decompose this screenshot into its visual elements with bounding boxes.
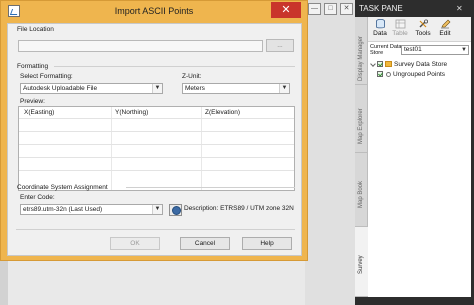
current-data-store-select[interactable]: test01 ▼ [401,45,469,55]
formatting-group-line [54,66,295,67]
tree-node-label: Ungrouped Points [393,70,446,78]
tab-map-explorer[interactable]: Map Explorer [355,85,368,153]
folder-icon [385,61,392,67]
chevron-down-icon: ▼ [152,84,162,93]
chevron-down-icon: ▼ [279,84,289,93]
help-button[interactable]: Help [242,237,292,250]
tree-node-label: Survey Data Store [394,60,448,68]
ok-button[interactable]: OK [110,237,160,250]
background-strip [305,0,355,305]
enter-code-label: Enter Code: [20,194,55,201]
tab-label: Display Manager [358,35,364,81]
database-icon [375,19,385,29]
coord-group-line [126,187,295,188]
tab-survey[interactable]: Survey [355,227,368,297]
tools-icon [419,19,428,28]
background-window-buttons: — □ ✕ [308,3,354,17]
dialog-title: Import ASCII Points [114,6,194,16]
current-data-store-value: test01 [404,46,422,53]
tab-label: Map Explorer [358,107,364,144]
dialog-client: File Location ... Formatting Select Form… [7,23,302,256]
tools-button[interactable]: Tools [412,19,434,37]
task-pane-side-tabs: Display Manager Map Explorer Map Book Su… [355,17,368,297]
tab-display-manager[interactable]: Display Manager [355,17,368,85]
file-location-input[interactable] [18,40,263,52]
minimize-icon[interactable]: — [308,3,321,15]
z-unit-label: Z-Unit: [182,73,202,80]
chevron-down-icon: ▼ [461,47,467,53]
task-pane-title: TASK PANE [359,4,403,13]
file-location-label: File Location [17,26,54,33]
preview-col-divider [111,107,112,190]
table-icon [395,19,405,29]
globe-icon[interactable] [169,204,182,216]
checkbox-icon[interactable] [377,71,383,77]
dialog-titlebar: Import ASCII Points ✕ [1,1,307,23]
points-icon [385,71,391,77]
restore-icon[interactable]: □ [324,3,337,15]
coord-system-label: Coordinate System Assignment [17,184,108,191]
coord-code-value: etrs89.utm-32n (Last Used) [23,206,103,213]
tree-node-survey-data-store[interactable]: Survey Data Store [370,59,471,69]
tree-node-ungrouped-points[interactable]: Ungrouped Points [370,69,471,79]
preview-grid[interactable]: X(Easting) Y(Northing) Z(Elevation) [18,106,295,191]
tools-button-label: Tools [415,30,431,37]
preview-row-line [19,144,294,145]
close-icon[interactable]: ✕ [340,3,353,15]
survey-panel: Data Table Tools Edit Current Data Store… [368,17,471,297]
coord-description: Description: ETRS89 / UTM zone 32N [184,205,294,212]
formatting-label: Formatting [17,63,49,70]
cancel-button[interactable]: Cancel [180,237,230,250]
current-data-store-label: Current Data Store [370,44,402,56]
z-unit-select[interactable]: Meters ▼ [182,83,290,94]
survey-toolbar: Data Table Tools Edit [368,17,471,42]
survey-tree: Survey Data Store Ungrouped Points [370,59,471,79]
task-pane-close-button[interactable]: ✕ [456,4,463,13]
preview-col-divider [201,107,202,190]
formatting-select-value: Autodesk Uploadable File [23,85,98,92]
preview-column-y: Y(Northing) [115,109,149,116]
edit-icon [440,19,450,29]
preview-row-line [19,157,294,158]
table-button-label: Table [392,30,408,37]
preview-row-line [19,170,294,171]
edit-button-label: Edit [439,30,451,37]
import-ascii-points-dialog: Import ASCII Points ✕ File Location ... … [0,0,308,261]
task-pane-main: Display Manager Map Explorer Map Book Su… [355,17,471,297]
data-button-label: Data [373,30,387,37]
preview-column-x: X(Easting) [24,109,55,116]
close-button[interactable]: ✕ [271,2,301,18]
data-button[interactable]: Data [369,19,391,37]
chevron-down-icon: ▼ [152,205,162,214]
expand-icon[interactable] [370,61,376,67]
edit-button[interactable]: Edit [434,19,456,37]
current-data-store-label-line2: Store [370,50,384,56]
tab-label: Map Book [358,180,364,208]
tab-label: Survey [358,254,364,274]
preview-column-z: Z(Elevation) [205,109,241,116]
formatting-select[interactable]: Autodesk Uploadable File ▼ [20,83,163,94]
select-formatting-label: Select Formatting: [20,73,73,80]
coord-code-select[interactable]: etrs89.utm-32n (Last Used) ▼ [20,204,163,215]
checkbox-icon[interactable] [377,61,383,67]
buttons-divider [16,229,295,230]
z-unit-select-value: Meters [185,85,205,92]
tab-map-book[interactable]: Map Book [355,153,368,227]
browse-button[interactable]: ... [266,39,294,52]
task-pane: TASK PANE ✕ Display Manager Map Explorer… [355,0,474,305]
preview-row-line [19,118,294,119]
preview-label: Preview: [20,98,45,105]
table-button[interactable]: Table [389,19,411,37]
preview-row-line [19,131,294,132]
